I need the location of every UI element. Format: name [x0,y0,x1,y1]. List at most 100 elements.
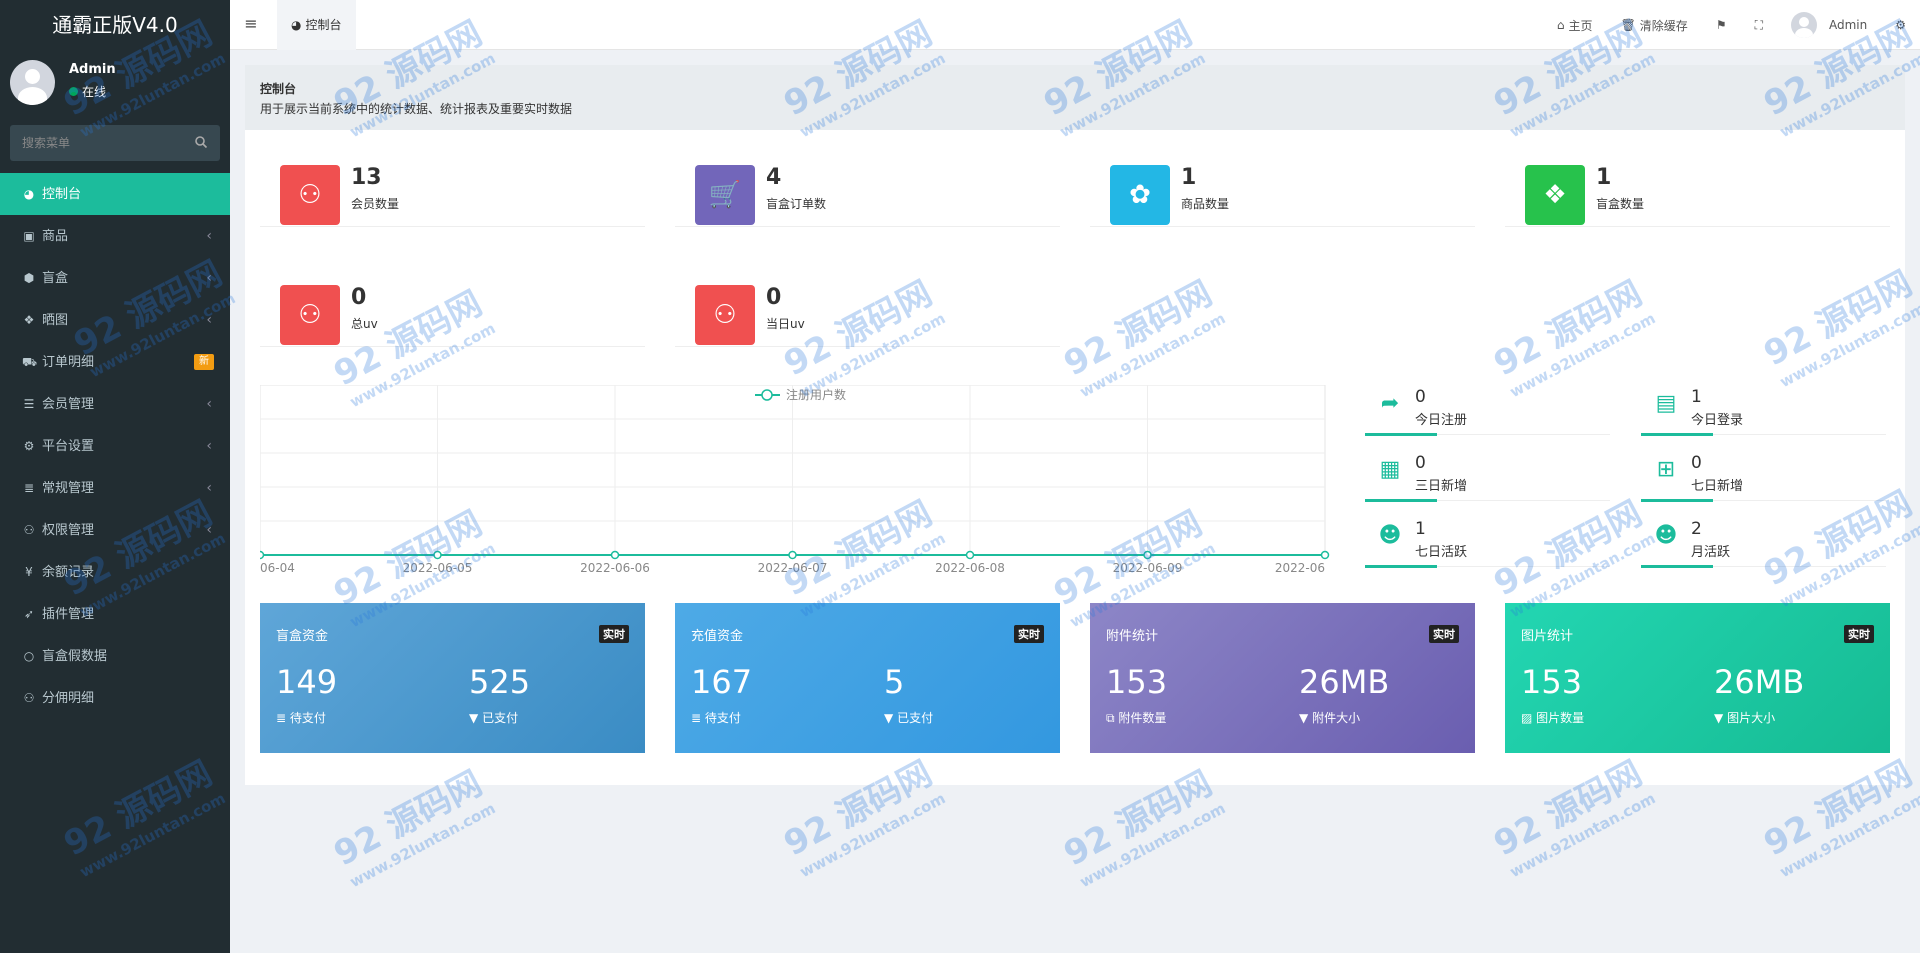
x-tick-label: 06-04 [260,561,295,575]
card-label-text: 待支付 [289,711,326,725]
sidebar-item-label: 晒图 [42,313,69,328]
chevron-left-icon: ‹ [206,312,212,328]
card-label-text: 已支付 [897,711,934,725]
home-label: 主页 [1568,18,1593,33]
users-icon: ⚇ [280,285,340,345]
circle-icon: ○ [23,649,35,663]
sidebar-search [10,125,220,161]
mini-stat-label: 今日登录 [1691,413,1744,428]
clear-cache-label: 清除缓存 [1639,18,1688,33]
card-label-count: ⧉ 附件数量 [1106,709,1166,726]
calendar-plus-icon: ⊞ [1656,457,1676,482]
sidebar-item-platform-settings[interactable]: ⚙ 平台设置 ‹ [0,425,230,467]
fullscreen-button[interactable]: ⛶ [1741,18,1777,33]
dropbox-icon: ❖ [23,313,35,327]
menu-toggle-icon[interactable]: ≡ [240,14,262,36]
sidebar-item-fake-data[interactable]: ○ 盲盒假数据 [0,635,230,677]
sidebar-item-plugins[interactable]: ➶ 插件管理 [0,593,230,635]
mini-stat-today-login: ▤ 1 今日登录 [1641,387,1886,436]
stat-value: 0 [351,285,367,310]
stat-value: 1 [1181,165,1197,190]
stat-label: 总uv [351,317,378,331]
tab-dashboard[interactable]: ◕ 控制台 [277,0,356,50]
home-link[interactable]: ⌂ 主页 [1543,17,1607,34]
data-point [433,550,442,560]
mini-stat-underline [1365,565,1610,568]
calendar-icon: ▦ [1379,457,1401,482]
language-button[interactable]: ⚑ [1702,18,1741,32]
sidebar-item-label: 平台设置 [42,439,95,454]
data-point [965,550,975,560]
settings-button[interactable]: ⚙ [1881,18,1920,32]
stat-label: 盲盒订单数 [766,197,827,211]
card-blindbox-funds: 盲盒资金 实时 149 525 ≣ 待支付 ▼ 已支付 [260,603,645,753]
chevron-left-icon: ‹ [206,396,212,412]
sidebar-item-products[interactable]: ▣ 商品 ‹ [0,215,230,257]
mini-stat-value: 1 [1415,519,1426,539]
stat-members: ⚇ 13 会员数量 [260,145,645,227]
sidebar-item-members[interactable]: ☰ 会员管理 ‹ [0,383,230,425]
clear-cache-button[interactable]: 🗑 清除缓存 [1607,17,1702,34]
sidebar-item-general[interactable]: ≣ 常规管理 ‹ [0,467,230,509]
id-card-icon: ▤ [1655,391,1677,416]
card-label-paid: ▼ 已支付 [884,709,933,726]
filter-icon: ▼ [1714,711,1724,725]
mini-stat-label: 七日新增 [1691,479,1744,494]
users-icon: ⚇ [23,523,35,537]
x-tick-label: 2022-06-08 [935,561,1005,575]
search-icon[interactable] [194,135,208,149]
sidebar-item-label: 订单明细 [42,355,95,370]
page-header: 控制台 用于展示当前系统中的统计数据、统计报表及重要实时数据 [245,65,1905,130]
card-value-pending: 149 [276,663,338,701]
stat-blindbox-orders: 🛒 4 盲盒订单数 [675,145,1060,227]
online-dot-icon [69,87,78,96]
sidebar-item-orders[interactable]: ⛟ 订单明细 新 [0,341,230,383]
realtime-badge: 实时 [1429,625,1459,643]
app-title[interactable]: 通霸正版V4.0 [0,0,230,50]
sidebar-item-balance[interactable]: ¥ 余额记录 [0,551,230,593]
yen-icon: ¥ [25,565,33,579]
sidebar-item-label: 盲盒假数据 [42,649,108,664]
stat-value: 13 [351,165,382,190]
mini-stat-underline [1365,433,1610,436]
page-title: 控制台 [260,82,297,96]
search-input[interactable] [10,125,220,161]
card-title: 图片统计 [1521,629,1574,644]
mini-stat-value: 0 [1415,387,1426,407]
sidebar-item-commission[interactable]: ⚇ 分佣明细 [0,677,230,719]
fullscreen-icon: ⛶ [1754,17,1763,32]
sidebar-item-dashboard[interactable]: ◕ 控制台 [0,173,230,215]
users-icon: ⚇ [280,165,340,225]
flag-icon: ⚑ [1715,18,1727,32]
sidebar-menu: ◕ 控制台 ▣ 商品 ‹ ⬢ 盲盒 ‹ ❖ 晒图 ‹ ⛟ 订单明细 新 ☰ 会员管理 ‹ ⚙ 平台设置 ‹… [0,173,230,719]
rocket-icon: ➶ [23,607,35,621]
mini-stat-underline [1641,433,1886,436]
card-value-count: 153 [1106,663,1168,701]
mini-stat-value: 1 [1691,387,1702,407]
card-label-count: ▨ 图片数量 [1521,709,1584,726]
card-label-text: 已支付 [482,711,519,725]
data-point [1320,550,1330,560]
card-label-text: 附件数量 [1118,711,1167,725]
x-tick-label: 2022-06 [1275,561,1325,575]
card-value-size: 26MB [1299,663,1390,701]
sidebar: 通霸正版V4.0 Admin 在线 ◕ 控制台 ▣ 商品 ‹ ⬢ 盲盒 ‹ ❖ 晒图 ‹ ⛟ 订… [0,0,230,953]
data-point [255,550,265,560]
chevron-left-icon: ‹ [206,480,212,496]
user-menu[interactable]: Admin [1777,12,1881,38]
card-label-pending: ≣ 待支付 [276,709,326,726]
chevron-left-icon: ‹ [206,270,212,286]
sidebar-item-permissions[interactable]: ⚇ 权限管理 ‹ [0,509,230,551]
user-panel: Admin 在线 [0,50,230,115]
sidebar-item-blindbox[interactable]: ⬢ 盲盒 ‹ [0,257,230,299]
stat-today-uv: ⚇ 0 当日uv [675,265,1060,347]
sidebar-item-showcase[interactable]: ❖ 晒图 ‹ [0,299,230,341]
card-value-paid: 525 [469,663,531,701]
dropbox-icon: ❖ [1525,165,1585,225]
chevron-left-icon: ‹ [206,522,212,538]
image-icon: ▨ [1521,711,1533,725]
sidebar-item-label: 常规管理 [42,481,95,496]
filter-icon: ▼ [1299,711,1309,725]
chevron-left-icon: ‹ [206,228,212,244]
data-point [1143,550,1152,560]
